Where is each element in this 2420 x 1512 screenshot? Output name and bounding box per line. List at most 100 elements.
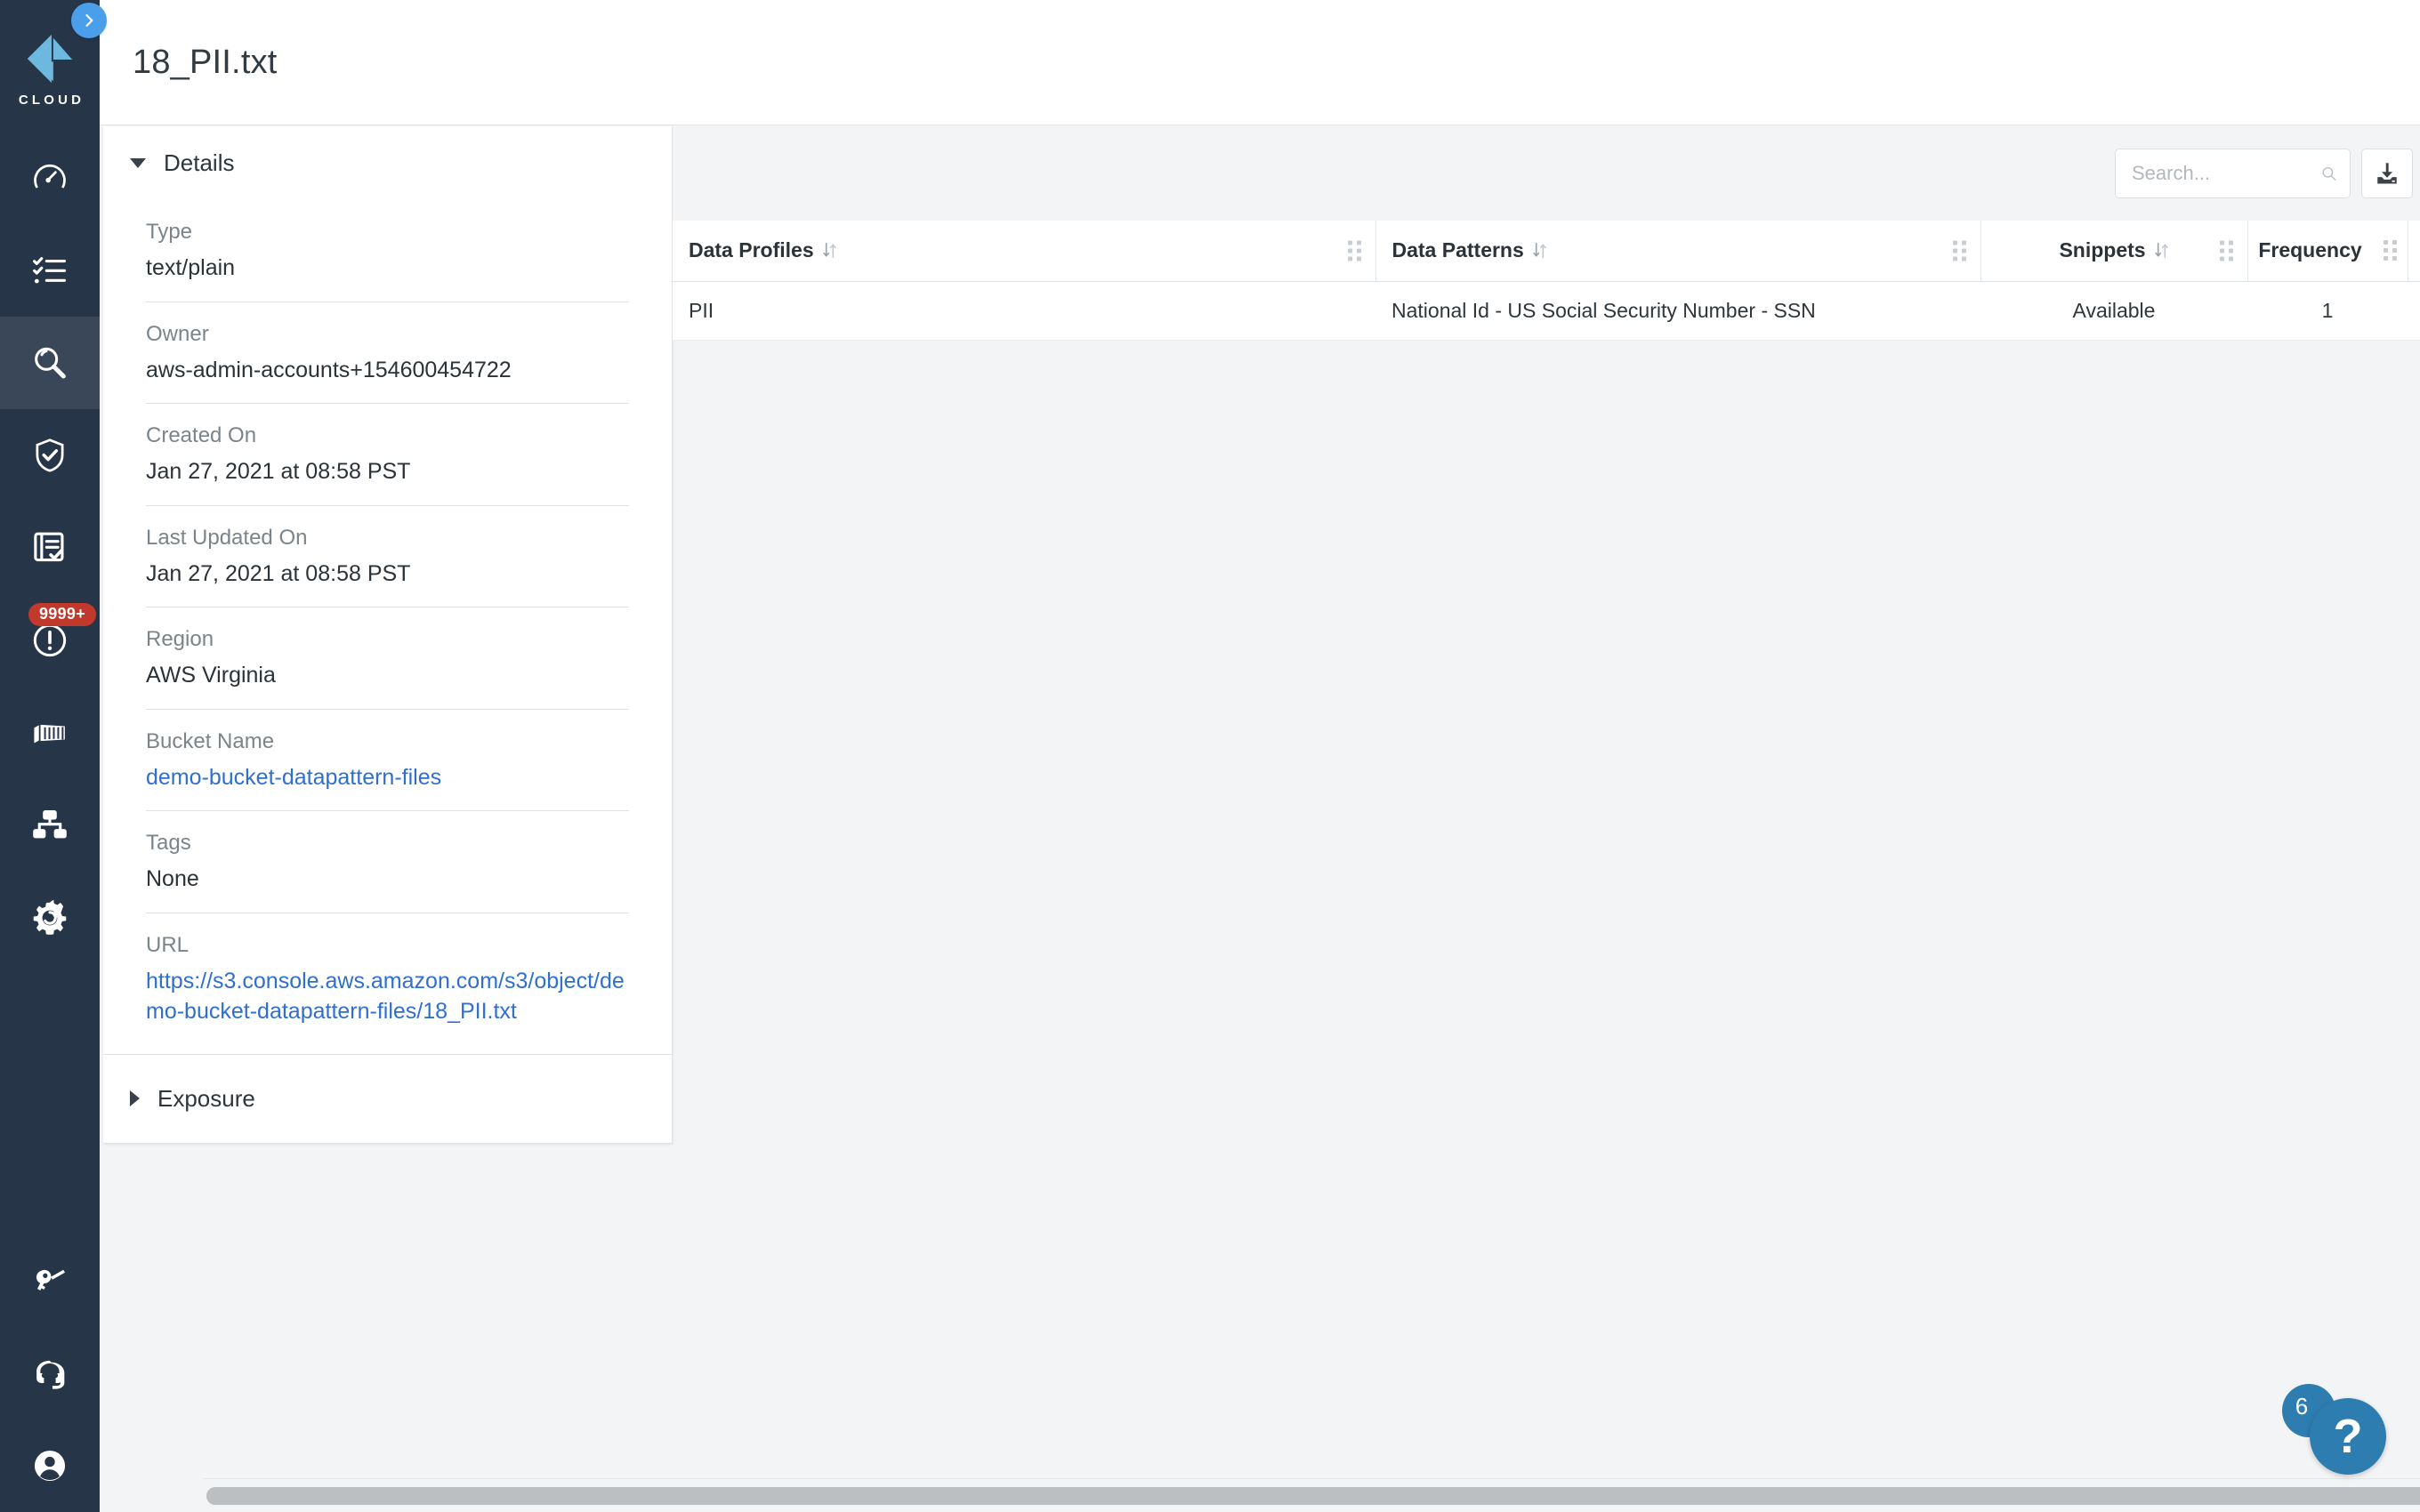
cell-detection-time: 21 days ago bbox=[2408, 281, 2420, 341]
details-panel: Details Type text/plain Owner aws-admin-… bbox=[103, 126, 673, 1144]
detail-field: Type text/plain bbox=[146, 200, 629, 302]
table-header-row: Data Profiles Data Patterns Snippets Fre… bbox=[673, 221, 2420, 282]
column-resize-grip[interactable] bbox=[2219, 240, 2233, 261]
detail-field: URL https://s3.console.aws.amazon.com/s3… bbox=[146, 913, 629, 1054]
column-label: Data Patterns bbox=[1392, 238, 1524, 262]
detail-label: Region bbox=[146, 627, 214, 651]
column-header-detection-time[interactable]: Detection Time bbox=[2408, 221, 2420, 282]
column-header-data-patterns[interactable]: Data Patterns bbox=[1375, 221, 1981, 282]
detail-value: aws-admin-accounts+154600454722 bbox=[146, 357, 512, 382]
help-button[interactable]: ? bbox=[2310, 1398, 2386, 1475]
details-accordion-header[interactable]: Details bbox=[103, 126, 672, 200]
detail-label: URL bbox=[146, 932, 190, 957]
sidebar-item-alerts[interactable]: 9999+ bbox=[0, 594, 100, 687]
detail-field: Region AWS Virginia bbox=[146, 607, 629, 710]
bucket-name-link[interactable]: demo-bucket-datapattern-files bbox=[146, 762, 629, 793]
document-check-icon bbox=[34, 532, 64, 562]
search-magnifier-icon bbox=[35, 347, 66, 379]
details-field-list: Type text/plain Owner aws-admin-accounts… bbox=[103, 200, 672, 1054]
detections-table: Data Profiles Data Patterns Snippets Fre… bbox=[673, 221, 2420, 341]
detail-label: Created On bbox=[146, 423, 257, 447]
detail-field: Bucket Name demo-bucket-datapattern-file… bbox=[146, 710, 629, 811]
column-label: Snippets bbox=[2059, 238, 2146, 262]
column-resize-grip[interactable] bbox=[1952, 240, 1966, 261]
download-export-button[interactable] bbox=[2361, 149, 2413, 198]
search-icon bbox=[2322, 166, 2336, 181]
user-account-icon bbox=[34, 1450, 66, 1482]
dashboard-gauge-icon bbox=[34, 164, 66, 189]
horizontal-scrollbar-thumb[interactable] bbox=[206, 1487, 2420, 1505]
column-resize-grip[interactable] bbox=[1347, 240, 1361, 261]
exposure-accordion-title: Exposure bbox=[157, 1084, 255, 1112]
table-scroll-container[interactable]: Data Profiles Data Patterns Snippets Fre… bbox=[673, 221, 2420, 1512]
detail-field: Created On Jan 27, 2021 at 08:58 PST bbox=[146, 404, 629, 506]
column-resize-grip[interactable] bbox=[2383, 240, 2397, 261]
details-accordion-title: Details bbox=[164, 149, 235, 176]
cell-data-patterns: National Id - US Social Security Number … bbox=[1375, 281, 1980, 341]
sidebar-item-reports[interactable] bbox=[0, 502, 100, 594]
help-widget: 6 ? bbox=[2282, 1384, 2386, 1475]
sidebar-primary-nav: 9999+ bbox=[0, 132, 100, 964]
scrollbar-track-line bbox=[203, 1478, 2420, 1479]
column-label: Data Profiles bbox=[689, 238, 814, 262]
network-sitemap-icon bbox=[33, 810, 67, 839]
detail-field: Last Updated On Jan 27, 2021 at 08:58 PS… bbox=[146, 506, 629, 607]
app-root: CLOUD 9999+ 18_PII.txt Details Type text… bbox=[0, 0, 2420, 1512]
brand-wordmark: CLOUD bbox=[18, 92, 85, 108]
table-head: Data Profiles Data Patterns Snippets Fre… bbox=[673, 221, 2420, 282]
column-header-snippets[interactable]: Snippets bbox=[1980, 221, 2248, 282]
sidebar-item-account[interactable] bbox=[0, 1420, 100, 1512]
alert-exclamation-icon bbox=[33, 623, 67, 657]
sidebar-item-keys[interactable] bbox=[0, 1235, 100, 1327]
detail-label: Tags bbox=[146, 831, 191, 855]
sidebar-expand-button[interactable] bbox=[71, 3, 107, 38]
search-box[interactable] bbox=[2115, 149, 2351, 198]
sort-icon[interactable] bbox=[2154, 242, 2169, 259]
detail-label: Type bbox=[146, 220, 193, 244]
detail-value: AWS Virginia bbox=[146, 663, 276, 688]
checklist-icon bbox=[33, 257, 67, 284]
column-header-frequency[interactable]: Frequency bbox=[2247, 221, 2408, 282]
container-storage-icon bbox=[34, 724, 65, 744]
sidebar-item-discovery[interactable] bbox=[0, 317, 100, 409]
column-header-data-profiles[interactable]: Data Profiles bbox=[673, 221, 1376, 282]
object-url-link[interactable]: https://s3.console.aws.amazon.com/s3/obj… bbox=[146, 966, 629, 1027]
sidebar-item-dashboard[interactable] bbox=[0, 132, 100, 224]
horizontal-scrollbar[interactable] bbox=[203, 1478, 2420, 1507]
triangle-right-icon bbox=[130, 1090, 140, 1106]
sort-icon[interactable] bbox=[822, 242, 837, 259]
detail-value: Jan 27, 2021 at 08:58 PST bbox=[146, 459, 411, 484]
detail-field: Tags None bbox=[146, 811, 629, 913]
shield-check-icon bbox=[36, 438, 64, 472]
sidebar-item-settings[interactable] bbox=[0, 872, 100, 964]
main-area: 18_PII.txt Details Type text/plain Owner bbox=[100, 0, 2420, 1512]
sidebar-item-compliance[interactable] bbox=[0, 409, 100, 502]
sidebar-item-tasks[interactable] bbox=[0, 224, 100, 317]
search-input[interactable] bbox=[2132, 162, 2320, 185]
download-export-icon bbox=[2377, 163, 2397, 184]
key-icon bbox=[36, 1269, 65, 1291]
alerts-count-badge: 9999+ bbox=[28, 603, 97, 626]
triangle-down-icon bbox=[130, 158, 146, 168]
page-header: 18_PII.txt bbox=[100, 0, 2420, 125]
exposure-accordion-header[interactable]: Exposure bbox=[103, 1055, 672, 1143]
left-sidebar: CLOUD 9999+ bbox=[0, 0, 100, 1512]
content-body: Details Type text/plain Owner aws-admin-… bbox=[100, 126, 2420, 1512]
table-row[interactable]: PII National Id - US Social Security Num… bbox=[673, 281, 2420, 341]
cell-snippets-link[interactable]: Available bbox=[1980, 281, 2247, 341]
cell-data-profiles: PII bbox=[673, 281, 1375, 341]
sidebar-item-support[interactable] bbox=[0, 1327, 100, 1420]
cell-frequency: 1 bbox=[2247, 281, 2408, 341]
detail-label: Bucket Name bbox=[146, 728, 275, 753]
sidebar-item-storage[interactable] bbox=[0, 687, 100, 779]
column-label: Frequency bbox=[2258, 238, 2362, 262]
sidebar-item-network[interactable] bbox=[0, 779, 100, 872]
detail-label: Owner bbox=[146, 321, 209, 346]
detail-value: text/plain bbox=[146, 255, 236, 280]
page-title: 18_PII.txt bbox=[133, 43, 278, 81]
results-table-area: Data Profiles bbox=[673, 126, 2420, 1512]
detail-value: Jan 27, 2021 at 08:58 PST bbox=[146, 560, 411, 586]
sidebar-bottom-nav bbox=[0, 1235, 100, 1512]
sort-icon[interactable] bbox=[1532, 242, 1547, 259]
detail-field: Owner aws-admin-accounts+154600454722 bbox=[146, 302, 629, 404]
